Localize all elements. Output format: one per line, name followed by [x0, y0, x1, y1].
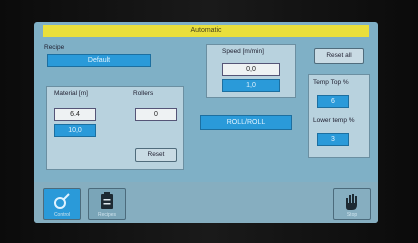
control-icon: [54, 193, 70, 209]
hmi-screen: Automatic Recipe Default Speed [m/min] 0…: [34, 22, 378, 223]
stop-label: Stop: [346, 212, 358, 218]
clipboard-icon: [101, 192, 113, 209]
speed-label: Speed [m/min]: [222, 48, 264, 55]
speed-setpoint-input[interactable]: 1,0: [222, 79, 280, 92]
lower-temp-label: Lower temp %: [313, 117, 355, 124]
window-title: Automatic: [43, 25, 369, 37]
material-setpoint-input[interactable]: 10,0: [54, 124, 96, 137]
hand-stop-icon: [346, 194, 357, 210]
rollers-label: Rollers: [133, 90, 154, 97]
recipe-label: Recipe: [44, 44, 65, 51]
temp-top-label: Temp Top %: [313, 79, 349, 86]
stop-button[interactable]: Stop: [333, 188, 371, 220]
temp-top-input[interactable]: 6: [317, 95, 349, 108]
control-button[interactable]: Control: [43, 188, 81, 220]
recipe-select[interactable]: Default: [47, 54, 151, 67]
device-bezel: Automatic Recipe Default Speed [m/min] 0…: [0, 0, 418, 243]
bottom-toolbar: Control Recipes Stop: [34, 182, 378, 223]
speed-panel: Speed [m/min] 0,0 1,0: [206, 44, 296, 98]
material-label: Material [m]: [54, 90, 88, 97]
material-value: 6.4: [54, 108, 96, 121]
speed-value: 0,0: [222, 63, 280, 76]
material-panel: Material [m] 6.4 10,0 Rollers 0 Reset: [46, 86, 184, 170]
rollers-value: 0: [135, 108, 177, 121]
temperature-panel: Temp Top % 6 Lower temp % 3: [308, 74, 370, 158]
recipes-label: Recipes: [97, 212, 117, 218]
reset-button[interactable]: Reset: [135, 148, 177, 162]
mode-indicator[interactable]: ROLL/ROLL: [200, 115, 292, 130]
control-label: Control: [53, 212, 71, 218]
reset-all-button[interactable]: Reset all: [314, 48, 364, 64]
lower-temp-input[interactable]: 3: [317, 133, 349, 146]
recipes-button[interactable]: Recipes: [88, 188, 126, 220]
